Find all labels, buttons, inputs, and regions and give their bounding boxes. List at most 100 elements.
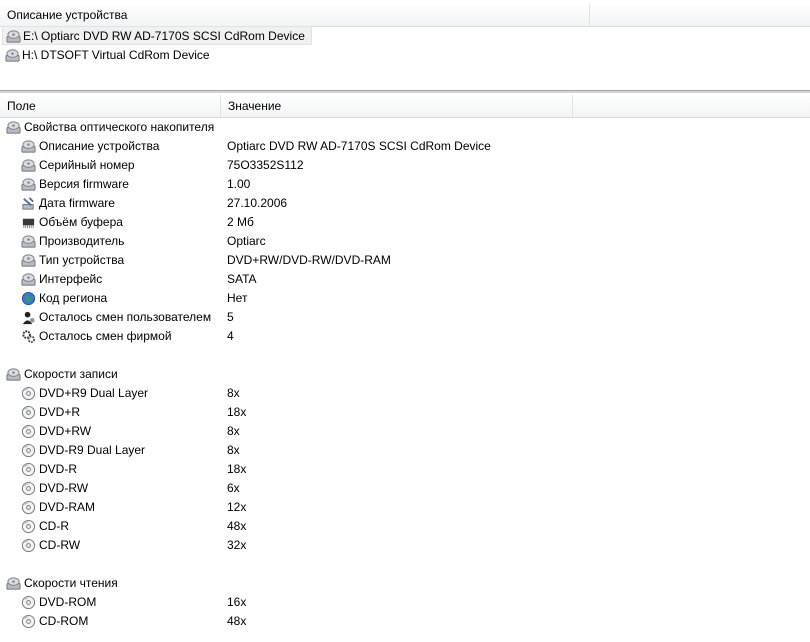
property-value: 1.00 bbox=[227, 177, 251, 191]
property-row[interactable]: Тип устройства DVD+RW/DVD-RW/DVD-RAM bbox=[0, 251, 810, 270]
property-value: 5 bbox=[227, 310, 234, 324]
gears-icon bbox=[22, 330, 36, 344]
property-name: Дата firmware bbox=[39, 196, 115, 210]
optical-drive-icon bbox=[21, 235, 36, 248]
property-row[interactable]: Описание устройства Optiarc DVD RW AD-717… bbox=[0, 137, 810, 156]
property-name: Осталось смен пользователем bbox=[39, 310, 212, 324]
property-value: DVD+RW/DVD-RW/DVD-RAM bbox=[227, 253, 391, 267]
optical-drive-icon bbox=[21, 140, 36, 153]
property-value: Optiarc bbox=[227, 234, 266, 248]
property-row[interactable]: DVD-ROM 16x bbox=[0, 593, 810, 612]
property-row[interactable]: Серийный номер 75O3352S112 bbox=[0, 156, 810, 175]
disc-icon bbox=[21, 405, 36, 420]
property-name: Объём буфера bbox=[39, 215, 123, 229]
optical-drive-icon bbox=[21, 254, 36, 267]
group-header[interactable]: Скорости записи bbox=[0, 365, 810, 384]
property-value: 6x bbox=[227, 481, 240, 495]
property-row[interactable]: Осталось смен пользователем 5 bbox=[0, 308, 810, 327]
property-row[interactable]: CD-RW 32x bbox=[0, 536, 810, 555]
column-empty[interactable] bbox=[590, 4, 810, 26]
firmware-tools-icon bbox=[22, 197, 34, 210]
property-value: Optiarc DVD RW AD-7170S SCSI CdRom Devic… bbox=[227, 139, 491, 153]
property-name: Производитель bbox=[39, 234, 125, 248]
column-value-label: Значение bbox=[228, 99, 282, 113]
column-value[interactable]: Значение bbox=[221, 95, 573, 117]
property-row[interactable]: DVD-RW 6x bbox=[0, 479, 810, 498]
property-value: 48x bbox=[227, 614, 247, 628]
property-name: Осталось смен фирмой bbox=[39, 329, 172, 343]
property-value: 2 Мб bbox=[227, 215, 254, 229]
property-row[interactable]: Объём буфера 2 Мб bbox=[0, 213, 810, 232]
property-name: DVD-RAM bbox=[39, 500, 95, 514]
property-value: 32x bbox=[227, 538, 247, 552]
device-list: E:\ Optiarc DVD RW AD-7170S SCSI CdRom D… bbox=[0, 26, 810, 86]
property-row[interactable]: Интерфейс SATA bbox=[0, 270, 810, 289]
disc-icon bbox=[21, 443, 36, 458]
property-name: DVD-RW bbox=[39, 481, 89, 495]
properties-header: Поле Значение bbox=[0, 95, 810, 118]
property-name: Интерфейс bbox=[39, 272, 103, 286]
property-name: DVD-ROM bbox=[39, 595, 97, 609]
device-row-e[interactable]: E:\ Optiarc DVD RW AD-7170S SCSI CdRom D… bbox=[2, 26, 312, 45]
property-row[interactable]: DVD+RW 8x bbox=[0, 422, 810, 441]
property-value: 27.10.2006 bbox=[227, 196, 288, 210]
disc-icon bbox=[21, 519, 36, 534]
disc-icon bbox=[21, 614, 36, 629]
property-row[interactable]: Производитель Optiarc bbox=[0, 232, 810, 251]
property-row[interactable]: CD-R 48x bbox=[0, 517, 810, 536]
property-value: 16x bbox=[227, 595, 247, 609]
property-row[interactable]: Код региона Нет bbox=[0, 289, 810, 308]
group-header[interactable]: Скорости чтения bbox=[0, 574, 810, 593]
optical-drive-icon bbox=[21, 178, 36, 191]
disc-icon bbox=[21, 462, 36, 477]
property-name: Серийный номер bbox=[39, 158, 135, 172]
device-label: E:\ Optiarc DVD RW AD-7170S SCSI CdRom D… bbox=[23, 29, 305, 43]
disc-icon bbox=[21, 500, 36, 515]
property-value: 18x bbox=[227, 405, 247, 419]
property-name: DVD+R bbox=[39, 405, 81, 419]
group-title: Свойства оптического накопителя bbox=[24, 120, 215, 134]
property-row[interactable]: DVD-R9 Dual Layer 8x bbox=[0, 441, 810, 460]
column-empty[interactable] bbox=[573, 95, 810, 117]
group-header[interactable]: Свойства оптического накопителя bbox=[0, 118, 810, 137]
property-name: Код региона bbox=[39, 291, 108, 305]
property-row[interactable]: DVD-RAM 12x bbox=[0, 498, 810, 517]
pane-splitter[interactable] bbox=[0, 90, 810, 93]
optical-drive-icon bbox=[5, 49, 20, 62]
property-value: SATA bbox=[227, 272, 257, 286]
optical-drive-icon bbox=[6, 577, 21, 590]
property-value: 48x bbox=[227, 519, 247, 533]
property-name: CD-RW bbox=[39, 538, 81, 552]
optical-drive-icon bbox=[6, 368, 21, 381]
column-device-description[interactable]: Описание устройства bbox=[0, 4, 590, 26]
device-row-h[interactable]: H:\ DTSOFT Virtual CdRom Device bbox=[2, 46, 216, 65]
optical-drive-icon bbox=[6, 30, 21, 43]
group-title: Скорости чтения bbox=[24, 576, 118, 590]
property-row[interactable]: DVD-R 18x bbox=[0, 460, 810, 479]
disc-icon bbox=[21, 538, 36, 553]
property-name: Описание устройства bbox=[39, 139, 160, 153]
column-field[interactable]: Поле bbox=[0, 95, 221, 117]
property-row[interactable]: Дата firmware 27.10.2006 bbox=[0, 194, 810, 213]
disc-icon bbox=[21, 386, 36, 401]
property-row[interactable]: Осталось смен фирмой 4 bbox=[0, 327, 810, 346]
property-name: CD-R bbox=[39, 519, 69, 533]
property-row[interactable]: DVD+R9 Dual Layer 8x bbox=[0, 384, 810, 403]
property-row[interactable]: Версия firmware 1.00 bbox=[0, 175, 810, 194]
property-name: DVD+RW bbox=[39, 424, 92, 438]
group-title: Скорости записи bbox=[24, 367, 118, 381]
device-label: H:\ DTSOFT Virtual CdRom Device bbox=[22, 48, 210, 62]
property-row[interactable]: CD-ROM 48x bbox=[0, 612, 810, 631]
property-name: Версия firmware bbox=[39, 177, 129, 191]
globe-icon bbox=[21, 291, 36, 306]
disc-icon bbox=[21, 481, 36, 496]
memory-chip-icon bbox=[22, 218, 35, 229]
property-name: CD-ROM bbox=[39, 614, 89, 628]
disc-icon bbox=[21, 424, 36, 439]
device-list-header: Описание устройства bbox=[0, 4, 810, 27]
property-row[interactable]: DVD+R 18x bbox=[0, 403, 810, 422]
property-name: DVD+R9 Dual Layer bbox=[39, 386, 149, 400]
property-value: 75O3352S112 bbox=[227, 158, 304, 172]
column-field-label: Поле bbox=[7, 99, 36, 113]
property-value: 18x bbox=[227, 462, 247, 476]
